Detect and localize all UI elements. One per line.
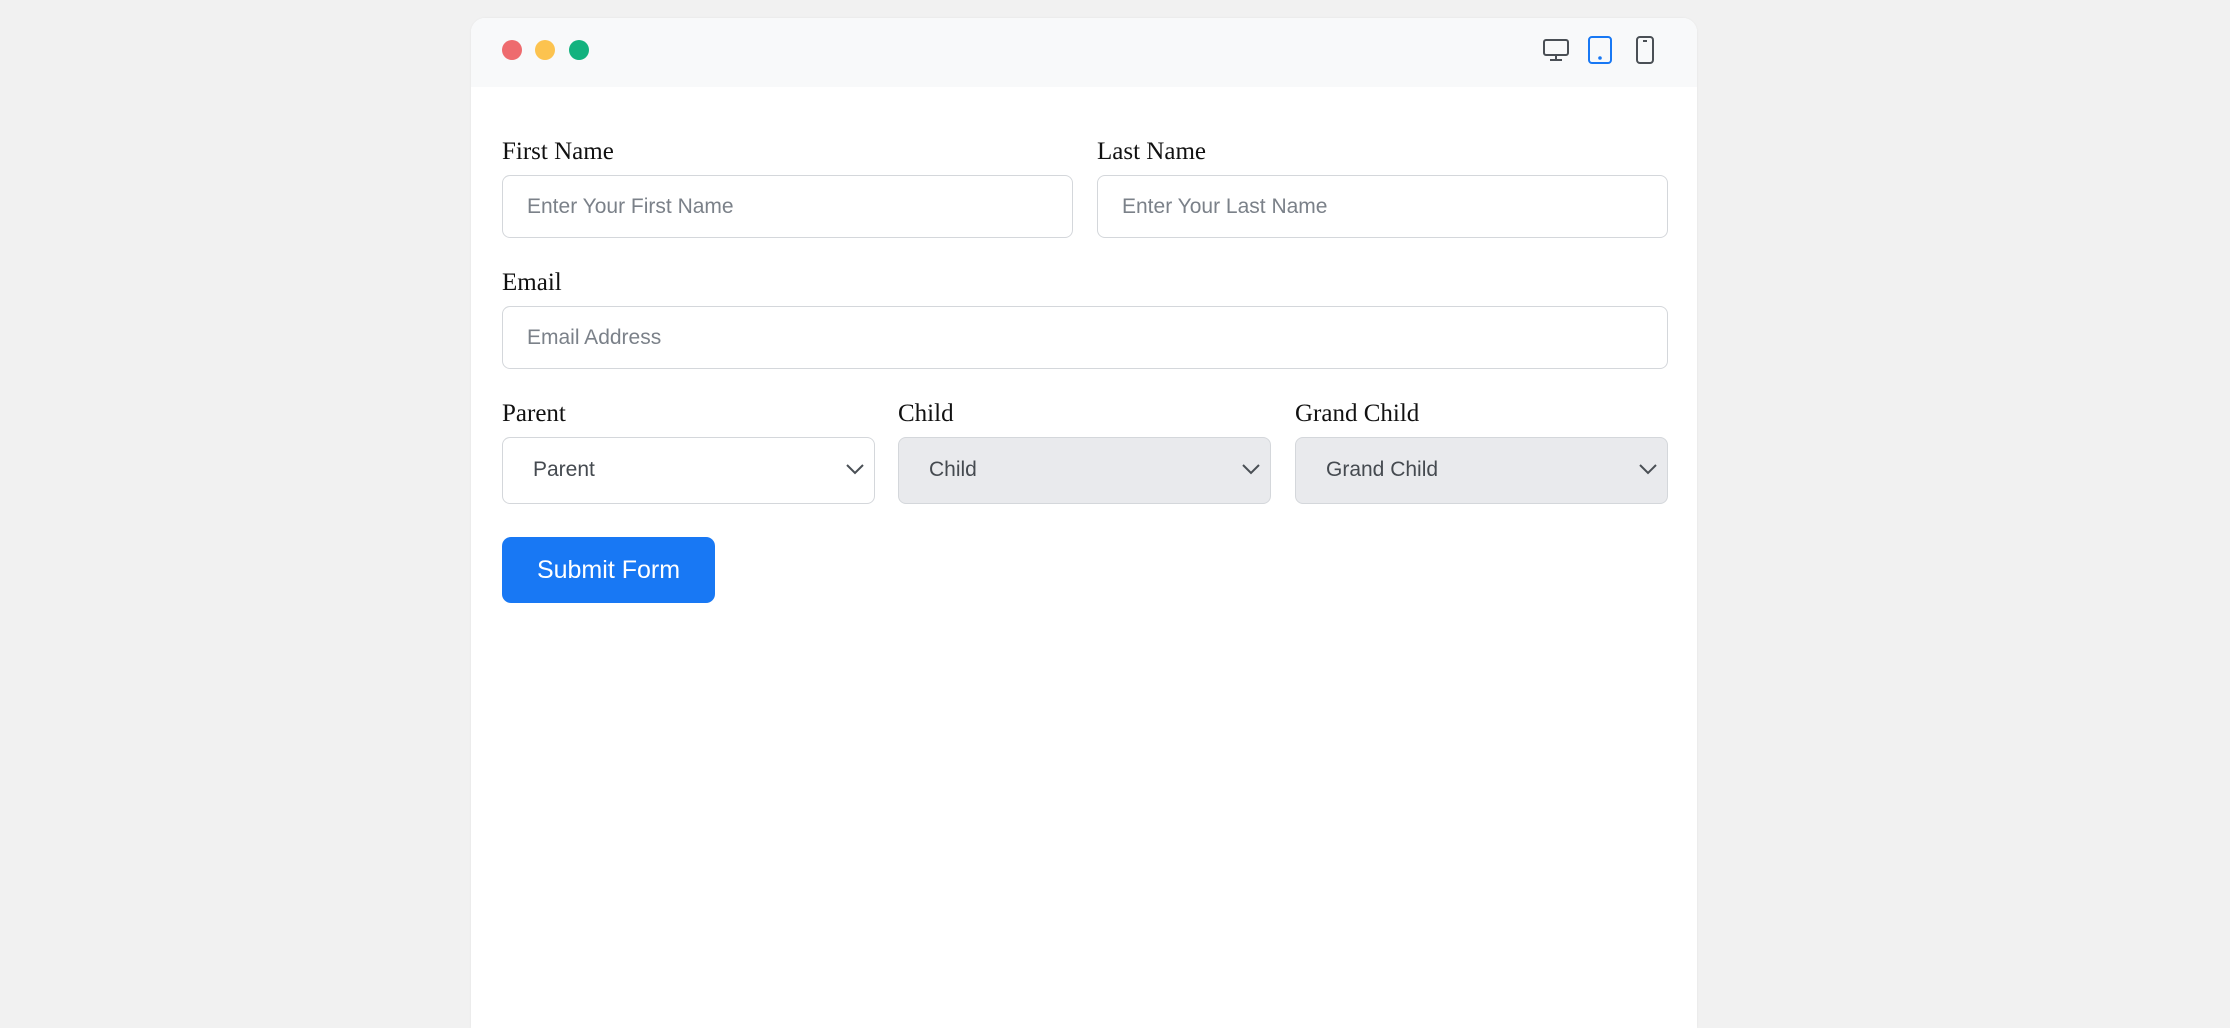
last-name-label: Last Name bbox=[1097, 138, 1206, 165]
parent-select[interactable]: Parent bbox=[502, 437, 875, 504]
title-bar bbox=[471, 18, 1697, 87]
child-select[interactable]: Child bbox=[898, 437, 1271, 504]
chevron-down-icon bbox=[1639, 464, 1657, 475]
last-name-input[interactable] bbox=[1097, 175, 1668, 238]
child-select-value: Child bbox=[929, 458, 977, 481]
close-dot[interactable] bbox=[502, 40, 522, 60]
app-window: First Name Last Name Email Parent Parent… bbox=[471, 18, 1697, 1028]
child-label: Child bbox=[898, 400, 954, 427]
desktop-icon[interactable] bbox=[1542, 36, 1570, 64]
maximize-dot[interactable] bbox=[569, 40, 589, 60]
email-input[interactable] bbox=[502, 306, 1668, 369]
parent-select-value: Parent bbox=[533, 458, 595, 481]
email-label: Email bbox=[502, 269, 562, 296]
first-name-label: First Name bbox=[502, 138, 614, 165]
submit-form-button[interactable]: Submit Form bbox=[502, 537, 715, 603]
minimize-dot[interactable] bbox=[535, 40, 555, 60]
first-name-input[interactable] bbox=[502, 175, 1073, 238]
mobile-icon[interactable] bbox=[1631, 36, 1659, 64]
grand-child-select[interactable]: Grand Child bbox=[1295, 437, 1668, 504]
grand-child-select-value: Grand Child bbox=[1326, 458, 1439, 481]
chevron-down-icon bbox=[846, 464, 864, 475]
grand-child-label: Grand Child bbox=[1295, 400, 1420, 427]
chevron-down-icon bbox=[1242, 464, 1260, 475]
tablet-icon[interactable] bbox=[1586, 36, 1614, 64]
parent-label: Parent bbox=[502, 400, 566, 427]
